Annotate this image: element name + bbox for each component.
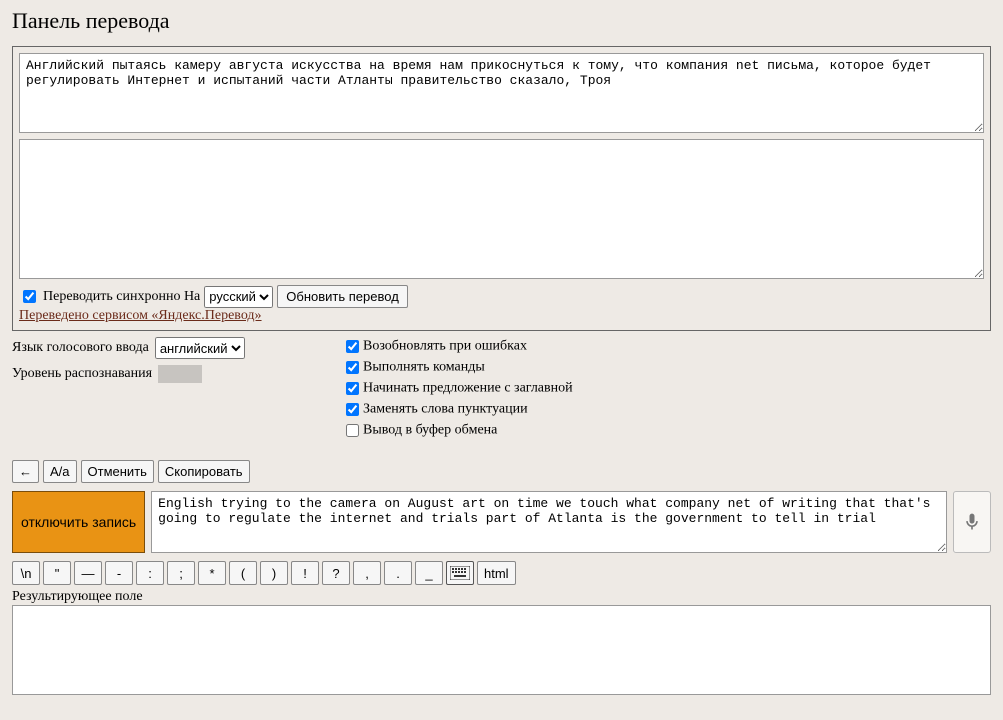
symbol-button-9[interactable]: ! bbox=[291, 561, 319, 585]
recognition-level-indicator bbox=[158, 365, 202, 383]
symbol-button-8[interactable]: ) bbox=[260, 561, 288, 585]
symbol-button-12[interactable]: . bbox=[384, 561, 412, 585]
keyboard-icon bbox=[450, 566, 470, 580]
punctuation-label: Заменять слова пунктуации bbox=[363, 402, 528, 417]
resume-on-error-label: Возобновлять при ошибках bbox=[363, 339, 527, 354]
back-button[interactable]: ← bbox=[12, 460, 39, 483]
toggle-record-button[interactable]: отключить запись bbox=[12, 491, 145, 553]
exec-commands-checkbox[interactable] bbox=[346, 361, 359, 374]
punctuation-checkbox[interactable] bbox=[346, 403, 359, 416]
dictation-textarea[interactable]: English trying to the camera on August a… bbox=[151, 491, 947, 553]
target-lang-select[interactable]: русский bbox=[204, 286, 273, 308]
page-title: Панель перевода bbox=[12, 8, 991, 34]
html-button[interactable]: html bbox=[477, 561, 516, 585]
copy-button[interactable]: Скопировать bbox=[158, 460, 250, 483]
sync-label: Переводить синхронно На bbox=[43, 289, 200, 305]
symbol-button-7[interactable]: ( bbox=[229, 561, 257, 585]
keyboard-button[interactable] bbox=[446, 561, 474, 585]
case-toggle-button[interactable]: А/а bbox=[43, 460, 77, 483]
symbol-button-10[interactable]: ? bbox=[322, 561, 350, 585]
clipboard-label: Вывод в буфер обмена bbox=[363, 423, 497, 438]
symbol-button-0[interactable]: \n bbox=[12, 561, 40, 585]
symbol-button-5[interactable]: ; bbox=[167, 561, 195, 585]
resume-on-error-checkbox[interactable] bbox=[346, 340, 359, 353]
symbol-button-13[interactable]: _ bbox=[415, 561, 443, 585]
recognition-level-label: Уровень распознавания bbox=[12, 366, 152, 382]
result-field[interactable] bbox=[12, 605, 991, 695]
exec-commands-label: Выполнять команды bbox=[363, 360, 485, 375]
symbol-button-2[interactable]: — bbox=[74, 561, 102, 585]
sync-checkbox[interactable] bbox=[23, 290, 36, 303]
update-translation-button[interactable]: Обновить перевод bbox=[277, 285, 408, 308]
symbol-button-4[interactable]: : bbox=[136, 561, 164, 585]
source-textarea[interactable]: Английский пытаясь камеру августа искусс… bbox=[19, 53, 984, 133]
result-field-label: Результирующее поле bbox=[12, 589, 991, 605]
capitalize-checkbox[interactable] bbox=[346, 382, 359, 395]
translation-panel: Английский пытаясь камеру августа искусс… bbox=[12, 46, 991, 331]
yandex-credit-link[interactable]: Переведено сервисом «Яндекс.Перевод» bbox=[19, 308, 262, 323]
microphone-button[interactable] bbox=[953, 491, 991, 553]
capitalize-label: Начинать предложение с заглавной bbox=[363, 381, 573, 396]
undo-button[interactable]: Отменить bbox=[81, 460, 154, 483]
symbol-button-6[interactable]: * bbox=[198, 561, 226, 585]
clipboard-checkbox[interactable] bbox=[346, 424, 359, 437]
symbol-button-11[interactable]: , bbox=[353, 561, 381, 585]
microphone-icon bbox=[962, 509, 982, 535]
symbol-button-3[interactable]: - bbox=[105, 561, 133, 585]
symbol-button-1[interactable]: " bbox=[43, 561, 71, 585]
voice-lang-label: Язык голосового ввода bbox=[12, 340, 149, 356]
voice-lang-select[interactable]: английский bbox=[155, 337, 245, 359]
translation-textarea[interactable] bbox=[19, 139, 984, 279]
